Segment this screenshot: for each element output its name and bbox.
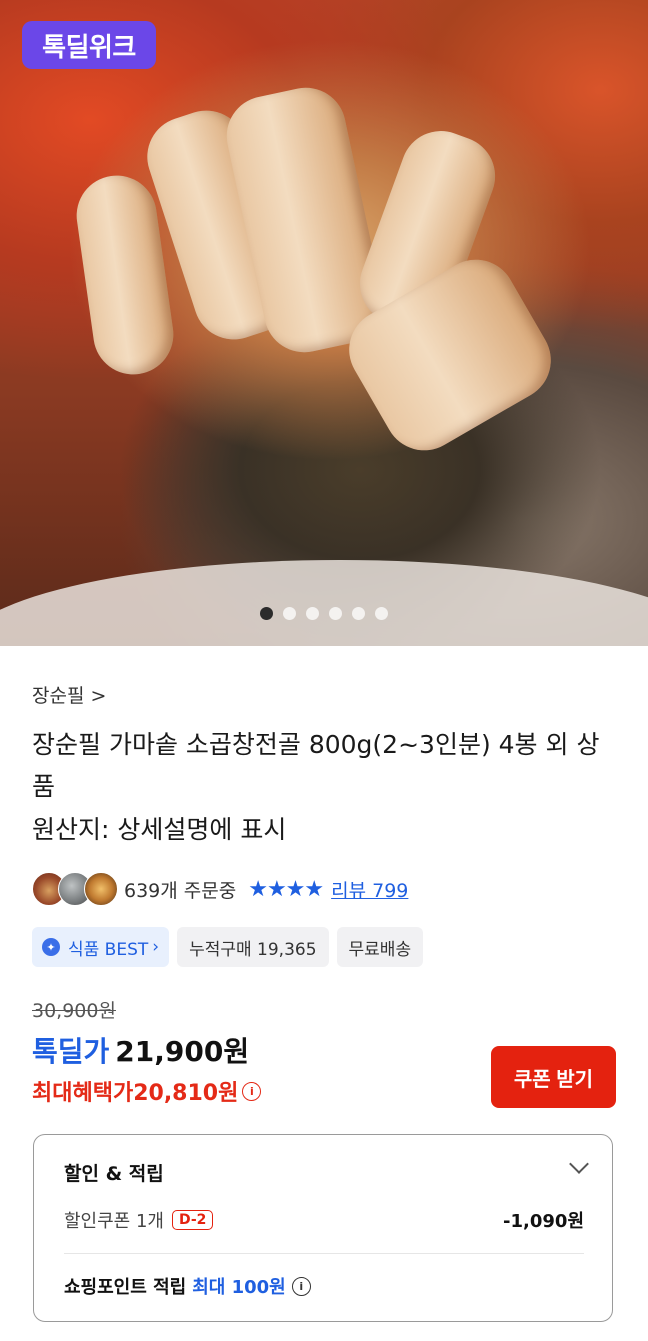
points-value: 최대 100원 [192,1277,286,1298]
max-benefit-text: 최대혜택가20,810원 [32,1081,239,1106]
discount-panel-title: 할인 & 적립 [64,1163,164,1185]
carousel-dot[interactable] [375,607,388,620]
d-day-badge: D-2 [171,1210,214,1230]
coupon-row-label: 할인쿠폰 1개 [64,1211,164,1232]
best-chip-label: 식품 BEST [68,939,149,960]
brand-link[interactable]: 장순필 > [32,681,106,708]
deal-price: 21,900원 [115,1035,250,1068]
product-chips: ✦ 식품 BEST › 누적구매 19,365 무료배송 [32,927,424,967]
buyer-thumbnail [84,872,118,906]
best-chip[interactable]: ✦ 식품 BEST › [32,927,170,967]
rating-stars-icon: ★★★★ [248,876,324,902]
orders-count: 639개 주문중 [124,879,237,902]
carousel-dot[interactable] [283,607,296,620]
discount-and-points-panel: 할인 & 적립 할인쿠폰 1개 D-2 -1,090원 쇼핑포인트 적립 최대 … [33,1134,613,1322]
info-icon[interactable]: i [291,1276,311,1296]
chevron-down-icon[interactable] [569,1154,589,1174]
carousel-dot[interactable] [260,607,273,620]
max-benefit-price[interactable]: 최대혜택가20,810원 i [32,1075,262,1107]
product-title: 장순필 가마솥 소곱창전골 800g(2~3인분) 4봉 외 상품 [32,730,600,801]
badge-icon: ✦ [42,938,60,956]
points-row: 쇼핑포인트 적립 최대 100원 i [64,1273,311,1299]
talkdeal-week-badge: 톡딜위크 [22,21,156,69]
original-price: 30,900원 [32,1000,116,1022]
carousel-dot[interactable] [329,607,342,620]
buyer-thumbnails [32,872,118,906]
product-image[interactable]: 톡딜위크 [0,0,648,646]
divider [64,1253,584,1254]
deal-label: 톡딜가 [32,1035,110,1068]
free-shipping-chip: 무료배송 [336,927,424,967]
info-icon[interactable]: i [242,1081,262,1101]
chevron-right-icon: › [152,937,160,957]
coupon-row: 할인쿠폰 1개 D-2 [64,1207,214,1233]
carousel-dot[interactable] [352,607,365,620]
order-summary: 639개 주문중 ★★★★ 리뷰 799 [32,872,408,906]
coupon-amount: -1,090원 [503,1211,584,1232]
carousel-dot[interactable] [306,607,319,620]
get-coupon-button[interactable]: 쿠폰 받기 [491,1046,616,1108]
dish-decoration [0,560,648,646]
review-link[interactable]: 리뷰 799 [331,876,408,903]
carousel-indicator [0,607,648,620]
points-label: 쇼핑포인트 적립 [64,1277,187,1298]
cumulative-purchase-chip: 누적구매 19,365 [177,927,329,967]
product-origin: 원산지: 상세설명에 표시 [32,815,287,844]
deal-price-row: 톡딜가 21,900원 [32,1030,249,1070]
